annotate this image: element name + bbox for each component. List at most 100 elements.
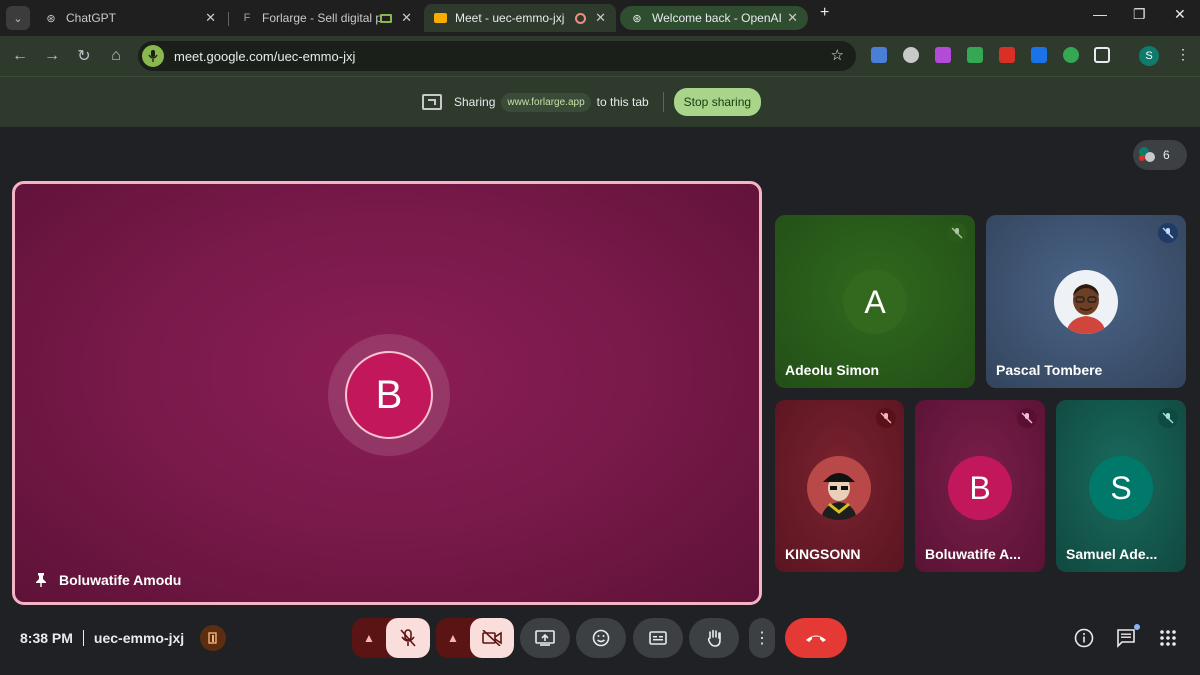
close-icon[interactable]: ✕ — [401, 10, 412, 26]
browser-toolbar: ← → ↻ ⌂ meet.google.com/uec-emmo-jxj ☆ S… — [0, 36, 1200, 76]
extension-icon[interactable] — [967, 47, 983, 63]
translate-extension-icon[interactable] — [871, 47, 887, 63]
meeting-info: 8:38 PM uec-emmo-jxj — [20, 630, 184, 646]
participant-name: Adeolu Simon — [785, 362, 880, 378]
close-icon[interactable]: ✕ — [595, 10, 606, 26]
meet-stage: 6 B Boluwatife Amodu A Adeolu Simon Pasc… — [0, 127, 1200, 675]
back-button[interactable]: ← — [8, 44, 32, 68]
tab-search-button[interactable]: ⌄ — [6, 6, 30, 30]
muted-mic-icon — [1158, 223, 1178, 243]
puzzle-icon[interactable] — [1094, 47, 1110, 63]
avatar: B — [948, 456, 1012, 520]
tab-divider — [228, 12, 229, 26]
camera-off-button[interactable] — [470, 618, 514, 658]
muted-mic-icon — [947, 223, 967, 243]
close-window-button[interactable]: ✕ — [1174, 6, 1186, 23]
url-text: meet.google.com/uec-emmo-jxj — [174, 48, 356, 64]
unread-indicator — [1134, 624, 1140, 630]
profile-photo — [1054, 270, 1118, 334]
participant-name-text: Boluwatife Amodu — [59, 572, 182, 588]
maximize-button[interactable]: ❐ — [1133, 6, 1146, 23]
participant-tile[interactable]: Pascal Tombere — [986, 215, 1186, 388]
avatar: B — [345, 351, 433, 439]
lock-extension-icon[interactable] — [999, 47, 1015, 63]
microphone-icon[interactable] — [142, 45, 164, 67]
camera-control: ▲ — [436, 618, 514, 658]
shared-domain: www.forlarge.app — [501, 92, 591, 112]
avatar: S — [1089, 456, 1153, 520]
present-screen-button[interactable] — [520, 618, 570, 658]
participant-name: KINGSONN — [785, 546, 861, 562]
captions-button[interactable] — [633, 618, 683, 658]
tab-forlarge[interactable]: F Forlarge - Sell digital pro ✕ — [230, 4, 422, 32]
leave-call-button[interactable] — [785, 618, 847, 658]
activities-button[interactable] — [1156, 626, 1180, 650]
pin-icon[interactable] — [35, 573, 47, 587]
participant-count: 6 — [1163, 148, 1170, 162]
more-options-button[interactable]: ⋮ — [749, 618, 775, 658]
bookmark-star-icon[interactable]: ☆ — [831, 46, 844, 64]
profile-photo — [807, 456, 871, 520]
participant-tile[interactable]: KINGSONN — [775, 400, 904, 572]
close-icon[interactable]: ✕ — [205, 10, 216, 26]
muted-mic-icon — [1017, 408, 1037, 428]
extension-icon[interactable] — [1031, 47, 1047, 63]
current-time: 8:38 PM — [20, 630, 73, 646]
minimize-button[interactable]: — — [1093, 6, 1107, 22]
audio-options-chevron-icon[interactable]: ▲ — [352, 618, 386, 658]
divider — [662, 92, 664, 112]
sharing-suffix: to this tab — [596, 95, 649, 109]
participant-avatars — [1139, 147, 1155, 163]
raise-hand-button[interactable] — [689, 618, 739, 658]
browser-menu-icon[interactable]: ⋮ — [1176, 46, 1190, 63]
stop-sharing-button[interactable]: Stop sharing — [673, 88, 762, 116]
close-icon[interactable]: ✕ — [787, 10, 798, 26]
pinned-participant-tile[interactable]: B Boluwatife Amodu — [12, 181, 762, 605]
tab-title: Meet - uec-emmo-jxj — [455, 11, 565, 25]
call-controls-bar: 8:38 PM uec-emmo-jxj ▲ ▲ ⋮ — [0, 612, 1200, 675]
screen-share-icon — [422, 94, 442, 110]
host-controls-icon[interactable] — [200, 625, 226, 651]
openai-icon: ⊛ — [46, 12, 56, 25]
tab-meet[interactable]: Meet - uec-emmo-jxj ✕ — [424, 4, 616, 32]
video-options-chevron-icon[interactable]: ▲ — [436, 618, 470, 658]
participant-name: Samuel Ade... — [1066, 546, 1158, 562]
forlarge-icon: F — [243, 12, 251, 24]
recording-icon — [575, 12, 586, 24]
participant-tile[interactable]: B Boluwatife A... — [915, 400, 1045, 572]
profile-avatar[interactable]: S — [1139, 46, 1159, 66]
participant-tile[interactable]: S Samuel Ade... — [1056, 400, 1186, 572]
microphone-control: ▲ — [352, 618, 430, 658]
forward-button[interactable]: → — [40, 44, 64, 68]
sharing-indicator-icon — [380, 13, 392, 23]
extension-icon[interactable] — [903, 47, 919, 63]
reload-button[interactable]: ↻ — [72, 44, 96, 68]
chat-button[interactable] — [1114, 624, 1140, 650]
divider — [82, 630, 84, 646]
speaking-ring: B — [328, 334, 450, 456]
openai-icon: ⊛ — [632, 12, 642, 25]
tab-title: ChatGPT — [66, 11, 117, 25]
meeting-details-button[interactable] — [1072, 626, 1096, 650]
tab-chatgpt[interactable]: ⊛ ChatGPT ✕ — [34, 4, 226, 32]
address-bar[interactable]: meet.google.com/uec-emmo-jxj ☆ — [138, 41, 856, 71]
muted-mic-icon — [876, 408, 896, 428]
avatar: A — [843, 270, 907, 334]
participant-tile[interactable]: A Adeolu Simon — [775, 215, 975, 388]
meet-icon — [434, 13, 447, 23]
sharing-label: Sharing — [454, 95, 496, 109]
home-button[interactable]: ⌂ — [104, 44, 128, 68]
participants-button[interactable]: 6 — [1133, 140, 1187, 170]
tab-title: Welcome back - OpenAI — [652, 11, 782, 25]
new-tab-button[interactable]: + — [820, 4, 829, 22]
participant-name: Pascal Tombere — [996, 362, 1103, 378]
tab-strip: ⌄ ⊛ ChatGPT ✕ F Forlarge - Sell digital … — [0, 0, 1200, 36]
meeting-code: uec-emmo-jxj — [93, 630, 185, 646]
tab-openai[interactable]: ⊛ Welcome back - OpenAI ✕ — [620, 6, 808, 30]
tab-title: Forlarge - Sell digital pro — [262, 11, 382, 25]
extension-icon[interactable] — [935, 47, 951, 63]
mic-off-button[interactable] — [386, 618, 430, 658]
reactions-button[interactable] — [576, 618, 626, 658]
participant-name: Boluwatife Amodu — [35, 572, 181, 588]
cursor-extension-icon[interactable] — [1063, 47, 1079, 63]
